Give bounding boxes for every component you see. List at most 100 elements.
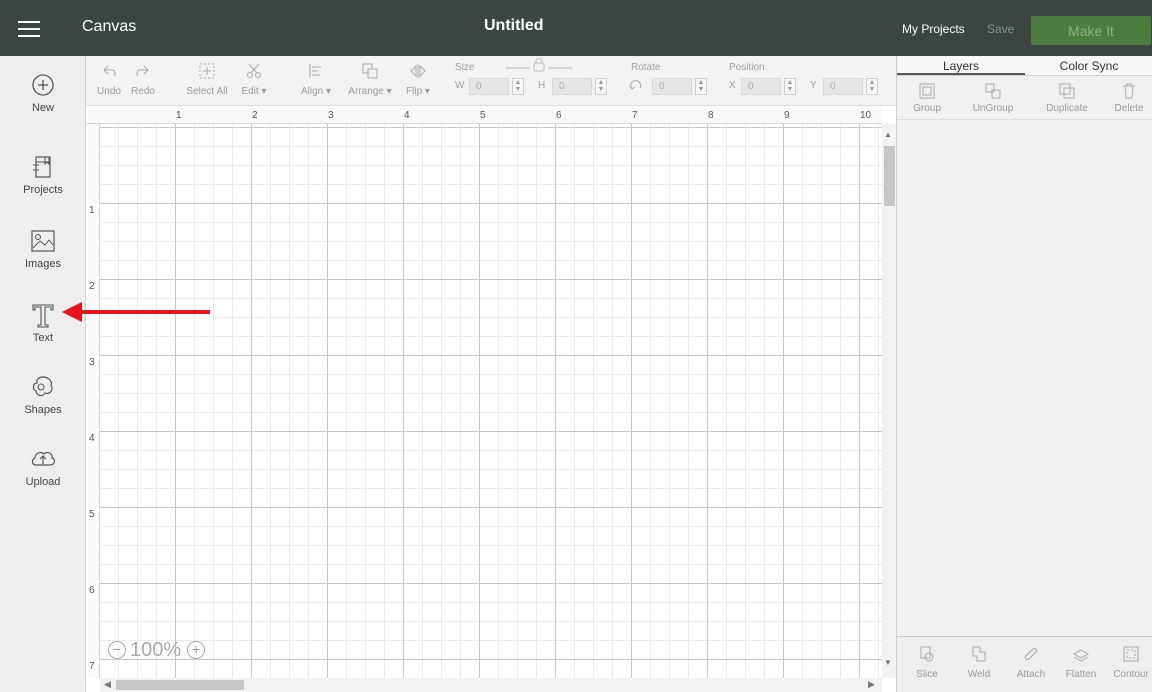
y-label: Y [810, 80, 817, 91]
weld-button[interactable]: Weld [959, 645, 999, 680]
vertical-scrollbar[interactable]: ▲ ▼ [882, 124, 896, 678]
rotate-input[interactable]: 0 [652, 78, 692, 95]
projects-icon [33, 156, 51, 178]
x-label: X [729, 80, 736, 91]
layer-actions-bottom: Slice Weld Attach Flatten Contour [897, 636, 1152, 692]
attach-button[interactable]: Attach [1011, 645, 1051, 680]
sidebar-item-label: Text [32, 332, 54, 344]
group-icon [919, 83, 935, 99]
group-button[interactable]: Group [905, 82, 949, 114]
make-it-button[interactable]: Make It [1031, 16, 1151, 45]
sidebar-item-projects[interactable]: Projects [0, 152, 86, 196]
horizontal-ruler: 1 2 3 4 5 6 7 8 9 10 [86, 106, 882, 124]
annotation-arrow-icon [62, 302, 210, 322]
y-stepper[interactable]: ▲ ▼ [866, 78, 878, 95]
select-all-button[interactable]: Select All [182, 62, 232, 97]
select-all-label: Select All [186, 86, 228, 97]
ruler-number: 6 [556, 110, 562, 121]
y-input[interactable]: 0 [823, 78, 863, 95]
undo-icon [103, 65, 116, 77]
flatten-icon [1072, 649, 1090, 662]
delete-button[interactable]: Delete [1107, 82, 1151, 114]
flip-dropdown[interactable]: Flip ▾ [398, 62, 438, 97]
ruler-number: 9 [784, 110, 790, 121]
contour-icon [1123, 646, 1139, 662]
app-title: Canvas [82, 18, 137, 35]
horizontal-scrollbar[interactable]: ◀ ▶ [100, 678, 882, 692]
contour-label: Contour [1113, 669, 1149, 680]
lock-icon[interactable] [506, 58, 572, 72]
duplicate-label: Duplicate [1046, 103, 1088, 114]
width-stepper[interactable]: ▲ ▼ [512, 78, 524, 95]
ruler-number: 7 [632, 110, 638, 121]
scroll-right-icon[interactable]: ▶ [868, 679, 875, 690]
flatten-label: Flatten [1065, 669, 1097, 680]
shapes-icon [32, 376, 53, 397]
plus-circle-icon [32, 74, 54, 96]
undo-button[interactable]: Undo [94, 62, 124, 97]
weld-label: Weld [967, 669, 991, 680]
flip-icon [410, 64, 426, 78]
duplicate-button[interactable]: Duplicate [1037, 82, 1097, 114]
rotate-stepper[interactable]: ▲ ▼ [695, 78, 707, 95]
sidebar-item-label: New [31, 102, 54, 114]
height-stepper[interactable]: ▲ ▼ [595, 78, 607, 95]
trash-icon [1123, 83, 1135, 99]
width-label: W [455, 80, 465, 91]
ruler-number: 4 [89, 433, 95, 444]
align-dropdown[interactable]: Align ▾ [292, 62, 340, 97]
size-label: Size [455, 62, 475, 73]
sidebar-item-label: Upload [25, 476, 61, 488]
vertical-ruler: 1 2 3 4 5 6 7 [86, 124, 100, 678]
x-stepper[interactable]: ▲ ▼ [784, 78, 796, 95]
sidebar-item-label: Images [24, 258, 62, 270]
sidebar-item-upload[interactable]: Upload [0, 444, 86, 488]
ruler-number: 8 [708, 110, 714, 121]
ungroup-label: UnGroup [972, 103, 1014, 114]
height-input[interactable]: 0 [552, 78, 592, 95]
edit-toolbar: Undo Redo Select All Edit ▾ Align ▾ Arra… [86, 56, 896, 106]
flatten-button[interactable]: Flatten [1057, 645, 1105, 680]
arrange-dropdown[interactable]: Arrange ▾ [342, 62, 398, 97]
redo-button[interactable]: Redo [128, 62, 158, 97]
slice-icon [920, 646, 934, 662]
scroll-down-icon[interactable]: ▼ [884, 658, 892, 667]
select-all-icon [199, 63, 215, 79]
save-button[interactable]: Save [987, 22, 1014, 36]
vertical-scroll-thumb[interactable] [884, 146, 895, 206]
edit-dropdown[interactable]: Edit ▾ [232, 62, 276, 97]
slice-button[interactable]: Slice [907, 645, 947, 680]
arrange-icon [362, 63, 378, 79]
horizontal-scroll-thumb[interactable] [116, 680, 244, 690]
my-projects-link[interactable]: My Projects [902, 22, 965, 36]
zoom-out-button[interactable]: − [108, 641, 126, 659]
scroll-left-icon[interactable]: ◀ [104, 679, 111, 690]
x-input[interactable]: 0 [741, 78, 781, 95]
edit-label: Edit ▾ [241, 86, 267, 97]
ungroup-button[interactable]: UnGroup [963, 82, 1023, 114]
sidebar-item-shapes[interactable]: Shapes [0, 372, 86, 416]
ruler-number: 4 [404, 110, 410, 121]
design-canvas-grid[interactable] [100, 124, 882, 678]
tab-color-sync[interactable]: Color Sync [1025, 56, 1152, 75]
document-title[interactable]: Untitled [484, 17, 544, 35]
ungroup-icon [985, 83, 1001, 99]
scroll-up-icon[interactable]: ▲ [884, 130, 892, 139]
width-input[interactable]: 0 [469, 78, 509, 95]
zoom-in-button[interactable]: + [187, 641, 206, 659]
duplicate-icon [1059, 83, 1075, 99]
contour-button[interactable]: Contour [1109, 645, 1152, 680]
sidebar-item-label: Projects [23, 184, 63, 196]
top-header: Canvas Untitled My Projects Save Make It [0, 0, 1152, 56]
align-label: Align ▾ [300, 86, 332, 97]
sidebar-item-new[interactable]: New [0, 70, 86, 114]
attach-label: Attach [1016, 669, 1046, 680]
hamburger-menu-icon[interactable] [18, 21, 40, 37]
scissors-icon [247, 63, 261, 78]
ruler-number: 10 [860, 110, 872, 121]
sidebar-item-images[interactable]: Images [0, 226, 86, 270]
ruler-number: 1 [89, 205, 95, 216]
tab-layers[interactable]: Layers [897, 56, 1025, 75]
rotate-label: Rotate [631, 62, 661, 73]
sidebar-item-label: Shapes [24, 404, 62, 416]
